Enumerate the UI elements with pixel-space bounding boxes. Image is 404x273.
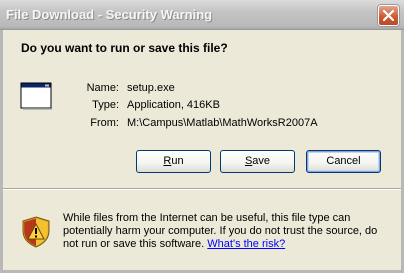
close-icon (383, 10, 394, 21)
type-label: Type: (92, 99, 119, 111)
divider (3, 188, 401, 190)
save-button[interactable]: Save (220, 150, 295, 173)
whats-the-risk-link[interactable]: What's the risk? (207, 238, 285, 250)
file-name-value: setup.exe (127, 82, 175, 94)
file-source-value: M:\Campus\Matlab\MathWorksR2007A (127, 117, 318, 129)
run-button[interactable]: Run (136, 150, 211, 173)
cancel-button[interactable]: Cancel (306, 150, 381, 173)
from-label: From: (90, 117, 119, 129)
application-window-icon (20, 80, 52, 110)
name-label: Name: (86, 82, 119, 94)
security-shield-warning-icon (21, 216, 51, 248)
file-type-value: Application, 416KB (127, 99, 220, 111)
window-title: File Download - Security Warning (6, 7, 213, 22)
cancel-label: Cancel (326, 155, 361, 167)
security-warning-dialog: File Download - Security Warning Do you … (0, 0, 404, 273)
dialog-question: Do you want to run or save this file? (21, 41, 228, 55)
close-button[interactable] (378, 5, 399, 26)
run-label-rest: un (171, 155, 184, 167)
security-warning-text: While files from the Internet can be use… (63, 212, 393, 251)
title-bar[interactable]: File Download - Security Warning (0, 0, 404, 30)
save-label-rest: ave (252, 155, 271, 167)
